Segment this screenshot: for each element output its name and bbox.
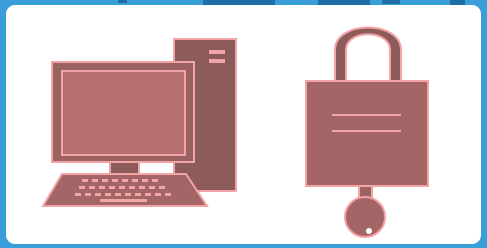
heading-fragment [118,0,127,3]
tower-drive-slot-icon [209,59,225,63]
tower-drive-slot-icon [209,50,225,54]
padlock-icon [305,26,429,187]
key-head-icon [344,196,386,238]
desktop-computer-icon [41,38,237,207]
heading-fragment [382,0,400,4]
key-icon [344,185,386,238]
page [0,0,487,248]
padlock-body-icon [305,80,429,187]
padlock-shackle-icon [334,26,402,83]
key-hole-icon [366,228,372,234]
illustration-card [6,5,481,244]
monitor-stand-icon [109,161,140,175]
monitor-screen-icon [61,70,186,156]
security-illustration [41,26,429,238]
